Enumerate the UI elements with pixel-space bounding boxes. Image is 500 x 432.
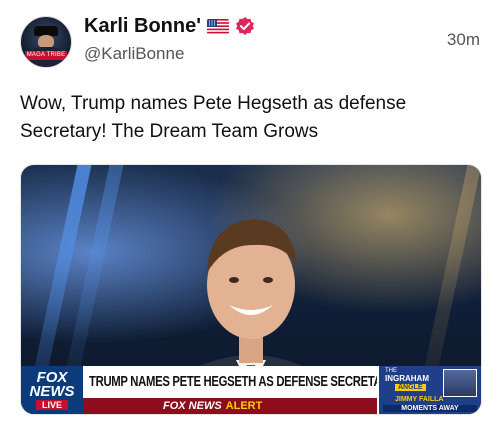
chyron-headline: TRUMP NAMES PETE HEGSETH AS DEFENSE SECR… bbox=[89, 374, 397, 390]
post-timestamp[interactable]: 30m bbox=[447, 30, 480, 50]
logo-line2: NEWS bbox=[29, 383, 75, 400]
author-name-row: Karli Bonne' bbox=[84, 13, 255, 39]
author-handle[interactable]: @KarliBonne bbox=[84, 44, 184, 64]
headline-bar: TRUMP NAMES PETE HEGSETH AS DEFENSE SECR… bbox=[83, 366, 396, 398]
author-display-name[interactable]: Karli Bonne' bbox=[84, 15, 201, 38]
guest-name: JIMMY FAILLA bbox=[395, 396, 444, 403]
show-sub: ANGLE bbox=[395, 384, 426, 391]
post-text: Wow, Trump names Pete Hegseth as defense… bbox=[20, 93, 407, 142]
alert-bar: FOX NEWS ALERT bbox=[83, 398, 379, 414]
alert-word: ALERT bbox=[225, 400, 263, 412]
post-card[interactable]: MAGA TRIBE Karli Bonne' @KarliBonne 30m … bbox=[0, 0, 500, 432]
live-badge: LIVE bbox=[35, 400, 68, 410]
show-name: INGRAHAM bbox=[385, 374, 429, 383]
show-ticker: MOMENTS AWAY bbox=[383, 405, 477, 412]
news-lower-third: FOX NEWS LIVE TRUMP NAMES PETE HEGSETH A… bbox=[21, 366, 481, 414]
guest-thumbnail bbox=[443, 369, 477, 397]
avatar-text: MAGA TRIBE bbox=[25, 51, 67, 60]
fox-news-logo: FOX NEWS LIVE bbox=[21, 366, 85, 414]
avatar[interactable]: MAGA TRIBE bbox=[20, 16, 72, 68]
verified-badge-icon[interactable] bbox=[235, 16, 255, 36]
alert-brand: FOX NEWS bbox=[163, 400, 222, 412]
post-media-image[interactable]: FOX NEWS LIVE TRUMP NAMES PETE HEGSETH A… bbox=[20, 164, 482, 415]
us-flag-icon bbox=[207, 18, 229, 34]
show-promo-box: THE INGRAHAM ANGLE JIMMY FAILLA MOMENTS … bbox=[377, 366, 481, 414]
